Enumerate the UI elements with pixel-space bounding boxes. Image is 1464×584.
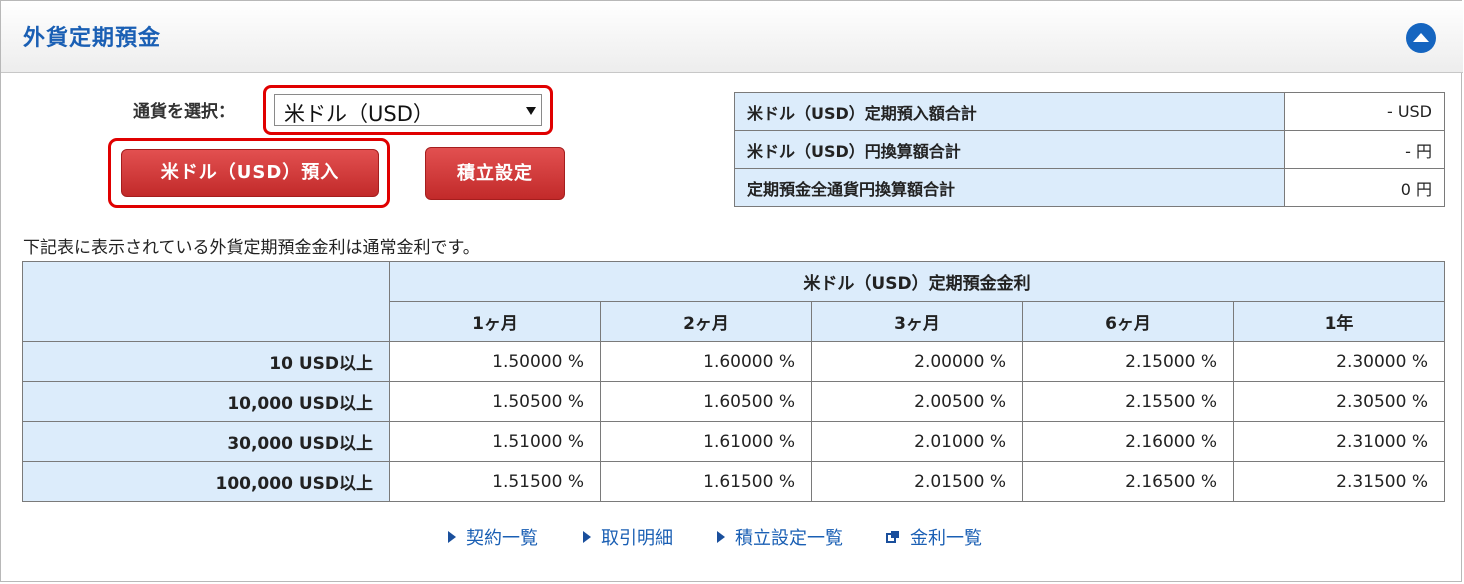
- contract-list-link[interactable]: 契約一覧: [448, 524, 538, 550]
- column-header: 1ヶ月: [389, 301, 601, 342]
- rate-cell: 1.51000 %: [389, 421, 601, 462]
- currency-select-label: 通貨を選択：: [133, 102, 235, 122]
- table-corner: [22, 261, 390, 342]
- column-header: 2ヶ月: [600, 301, 812, 342]
- summary-label: 米ドル（USD）定期預入額合計: [734, 92, 1285, 131]
- rate-cell: 2.31000 %: [1233, 421, 1445, 462]
- rate-cell: 1.61500 %: [600, 461, 812, 502]
- deposit-button-highlight: 米ドル（USD）預入: [108, 138, 390, 208]
- chevron-up-icon: [1413, 33, 1429, 42]
- rate-cell: 2.00500 %: [811, 381, 1023, 422]
- plan-settings-list-link[interactable]: 積立設定一覧: [717, 524, 843, 550]
- summary-value: 0 円: [1284, 168, 1445, 207]
- table-row: 30,000 USD以上 1.51000 % 1.61000 % 2.01000…: [22, 421, 1445, 462]
- table-row: 10 USD以上 1.50000 % 1.60000 % 2.00000 % 2…: [22, 341, 1445, 382]
- link-label: 取引明細: [601, 528, 673, 549]
- rate-cell: 1.60000 %: [600, 341, 812, 382]
- summary-table: 米ドル（USD）定期預入額合計 - USD 米ドル（USD）円換算額合計 - 円…: [734, 92, 1445, 207]
- currency-select[interactable]: 米ドル（USD）: [274, 94, 542, 126]
- table-row: 10,000 USD以上 1.50500 % 1.60500 % 2.00500…: [22, 381, 1445, 422]
- fx-time-deposit-panel: 外貨定期預金 通貨を選択： 米ドル（USD） 米ドル（USD）預入 積立設定 米…: [0, 0, 1463, 582]
- table-row: 米ドル（USD）定期預入額合計 - USD: [734, 92, 1445, 131]
- rate-cell: 2.15500 %: [1022, 381, 1234, 422]
- rate-cell: 2.30000 %: [1233, 341, 1445, 382]
- column-header: 3ヶ月: [811, 301, 1023, 342]
- table-header-row: 米ドル（USD）定期預金金利: [22, 261, 1445, 342]
- rate-cell: 2.00000 %: [811, 341, 1023, 382]
- triangle-right-icon: [448, 531, 456, 543]
- column-header: 1年: [1233, 301, 1445, 342]
- transaction-details-link[interactable]: 取引明細: [583, 524, 673, 550]
- triangle-right-icon: [717, 531, 725, 543]
- rates-note: 下記表に表示されている外貨定期預金金利は通常金利です。: [23, 238, 480, 258]
- row-header: 30,000 USD以上: [22, 421, 390, 462]
- summary-value: - USD: [1284, 92, 1445, 131]
- link-label: 金利一覧: [910, 528, 982, 549]
- rate-cell: 2.16500 %: [1022, 461, 1234, 502]
- row-header: 10 USD以上: [22, 341, 390, 382]
- summary-label: 定期預金全通貨円換算額合計: [734, 168, 1285, 207]
- rate-cell: 1.51500 %: [389, 461, 601, 502]
- rates-table-title: 米ドル（USD）定期預金金利: [389, 261, 1445, 302]
- table-row: 定期預金全通貨円換算額合計 0 円: [734, 168, 1445, 207]
- new-window-icon: [886, 531, 899, 543]
- plan-settings-button[interactable]: 積立設定: [425, 147, 565, 200]
- currency-select-highlight: 米ドル（USD）: [263, 85, 553, 135]
- link-label: 契約一覧: [466, 528, 538, 549]
- link-label: 積立設定一覧: [735, 528, 843, 549]
- footer-links: 契約一覧 取引明細 積立設定一覧 金利一覧: [1, 524, 1463, 550]
- collapse-button[interactable]: [1406, 23, 1436, 53]
- summary-value: - 円: [1284, 130, 1445, 169]
- rate-cell: 2.31500 %: [1233, 461, 1445, 502]
- row-header: 10,000 USD以上: [22, 381, 390, 422]
- rate-cell: 2.30500 %: [1233, 381, 1445, 422]
- rate-cell: 1.60500 %: [600, 381, 812, 422]
- rate-cell: 1.61000 %: [600, 421, 812, 462]
- rate-cell: 2.01000 %: [811, 421, 1023, 462]
- rate-cell: 2.16000 %: [1022, 421, 1234, 462]
- rate-list-link[interactable]: 金利一覧: [886, 524, 982, 550]
- rate-cell: 2.01500 %: [811, 461, 1023, 502]
- triangle-right-icon: [583, 531, 591, 543]
- panel-header: 外貨定期預金: [1, 1, 1463, 73]
- rates-table: 米ドル（USD）定期預金金利 1ヶ月 2ヶ月 3ヶ月 6ヶ月 1年 10 USD…: [22, 261, 1445, 502]
- rate-cell: 1.50000 %: [389, 341, 601, 382]
- rate-cell: 1.50500 %: [389, 381, 601, 422]
- table-row: 米ドル（USD）円換算額合計 - 円: [734, 130, 1445, 169]
- column-header: 6ヶ月: [1022, 301, 1234, 342]
- dropdown-arrow-icon: [526, 107, 536, 115]
- rate-cell: 2.15000 %: [1022, 341, 1234, 382]
- summary-label: 米ドル（USD）円換算額合計: [734, 130, 1285, 169]
- page-title: 外貨定期預金: [23, 26, 162, 51]
- deposit-button[interactable]: 米ドル（USD）預入: [121, 149, 379, 197]
- table-row: 100,000 USD以上 1.51500 % 1.61500 % 2.0150…: [22, 461, 1445, 502]
- currency-select-value: 米ドル（USD）: [284, 102, 434, 126]
- row-header: 100,000 USD以上: [22, 461, 390, 502]
